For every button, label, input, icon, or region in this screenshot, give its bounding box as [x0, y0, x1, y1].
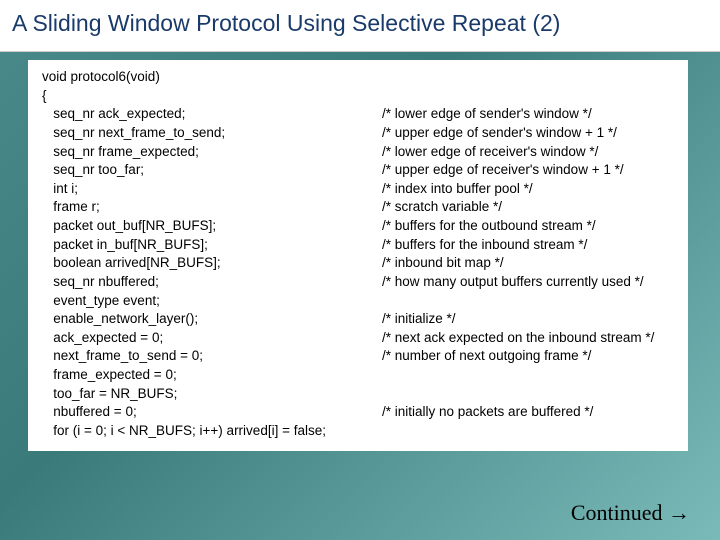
code-line: frame r;/* scratch variable */ — [42, 198, 674, 217]
continued-label: Continued → — [571, 500, 690, 526]
code-text: next_frame_to_send = 0; — [42, 347, 382, 366]
code-text: too_far = NR_BUFS; — [42, 385, 382, 404]
code-text: nbuffered = 0; — [42, 403, 382, 422]
code-text: ack_expected = 0; — [42, 329, 382, 348]
code-text: event_type event; — [42, 292, 382, 311]
code-line: packet in_buf[NR_BUFS];/* buffers for th… — [42, 236, 674, 255]
title-bar: A Sliding Window Protocol Using Selectiv… — [0, 0, 720, 52]
code-line: next_frame_to_send = 0;/* number of next… — [42, 347, 674, 366]
code-line: seq_nr frame_expected;/* lower edge of r… — [42, 143, 674, 162]
code-text: int i; — [42, 180, 382, 199]
code-text: packet out_buf[NR_BUFS]; — [42, 217, 382, 236]
code-comment: /* upper edge of sender's window + 1 */ — [382, 124, 674, 143]
code-comment: /* how many output buffers currently use… — [382, 273, 674, 292]
code-comment: /* initially no packets are buffered */ — [382, 403, 674, 422]
code-text: frame r; — [42, 198, 382, 217]
code-text: { — [42, 87, 382, 106]
code-line: void protocol6(void) — [42, 68, 674, 87]
code-line: event_type event; — [42, 292, 674, 311]
code-comment: /* index into buffer pool */ — [382, 180, 674, 199]
code-comment: /* lower edge of sender's window */ — [382, 105, 674, 124]
code-comment — [382, 292, 674, 311]
code-comment: /* inbound bit map */ — [382, 254, 674, 273]
code-text: seq_nr too_far; — [42, 161, 382, 180]
code-line: boolean arrived[NR_BUFS];/* inbound bit … — [42, 254, 674, 273]
code-comment: /* lower edge of receiver's window */ — [382, 143, 674, 162]
code-text: void protocol6(void) — [42, 68, 382, 87]
code-text: enable_network_layer(); — [42, 310, 382, 329]
code-text: seq_nr nbuffered; — [42, 273, 382, 292]
code-comment: /* number of next outgoing frame */ — [382, 347, 674, 366]
code-panel: void protocol6(void) { seq_nr ack_expect… — [28, 60, 688, 451]
code-text: packet in_buf[NR_BUFS]; — [42, 236, 382, 255]
code-comment: /* upper edge of receiver's window + 1 *… — [382, 161, 674, 180]
code-text: seq_nr next_frame_to_send; — [42, 124, 382, 143]
code-line: enable_network_layer();/* initialize */ — [42, 310, 674, 329]
code-line: nbuffered = 0;/* initially no packets ar… — [42, 403, 674, 422]
code-comment — [382, 385, 674, 404]
page-title: A Sliding Window Protocol Using Selectiv… — [12, 10, 708, 37]
code-comment: /* next ack expected on the inbound stre… — [382, 329, 674, 348]
code-line: { — [42, 87, 674, 106]
code-comment — [382, 68, 674, 87]
code-line: for (i = 0; i < NR_BUFS; i++) arrived[i]… — [42, 422, 674, 441]
code-line: ack_expected = 0;/* next ack expected on… — [42, 329, 674, 348]
code-text: seq_nr ack_expected; — [42, 105, 382, 124]
code-comment — [382, 87, 674, 106]
code-line: int i;/* index into buffer pool */ — [42, 180, 674, 199]
code-comment: /* buffers for the inbound stream */ — [382, 236, 674, 255]
code-line: seq_nr next_frame_to_send;/* upper edge … — [42, 124, 674, 143]
code-line: seq_nr ack_expected;/* lower edge of sen… — [42, 105, 674, 124]
code-comment: /* initialize */ — [382, 310, 674, 329]
code-text: for (i = 0; i < NR_BUFS; i++) arrived[i]… — [42, 422, 382, 441]
code-comment — [382, 366, 674, 385]
code-text: boolean arrived[NR_BUFS]; — [42, 254, 382, 273]
code-comment — [382, 422, 674, 441]
code-comment: /* scratch variable */ — [382, 198, 674, 217]
code-line: too_far = NR_BUFS; — [42, 385, 674, 404]
code-line: frame_expected = 0; — [42, 366, 674, 385]
code-line: packet out_buf[NR_BUFS];/* buffers for t… — [42, 217, 674, 236]
code-line: seq_nr too_far;/* upper edge of receiver… — [42, 161, 674, 180]
code-text: frame_expected = 0; — [42, 366, 382, 385]
code-text: seq_nr frame_expected; — [42, 143, 382, 162]
code-comment: /* buffers for the outbound stream */ — [382, 217, 674, 236]
code-line: seq_nr nbuffered;/* how many output buff… — [42, 273, 674, 292]
